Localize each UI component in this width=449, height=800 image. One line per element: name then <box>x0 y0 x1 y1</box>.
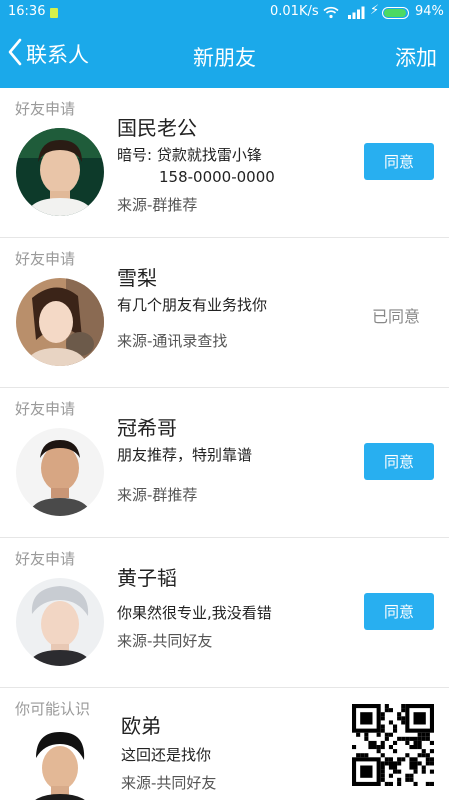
friend-request-list: 好友申请 国民老公 暗号: 贷款就找雷小锋 158-0000-0000 来源-群… <box>0 88 449 800</box>
request-source: 来源-共同好友 <box>117 632 213 650</box>
request-message: 这回还是找你 <box>121 746 212 764</box>
list-item[interactable]: 好友申请 黄子韬 你果然很专业,我没看错 来源-共同好友 同意 <box>0 538 449 688</box>
list-item[interactable]: 好友申请 国民老公 暗号: 贷款就找雷小锋 158-0000-0000 来源-群… <box>0 88 449 238</box>
avatar[interactable] <box>16 428 104 516</box>
request-source: 来源-通讯录查找 <box>117 332 228 350</box>
battery-icon <box>382 7 409 19</box>
agree-button[interactable]: 同意 <box>364 443 434 480</box>
sim-icon <box>50 8 58 18</box>
charging-icon: ⚡ <box>370 3 380 18</box>
back-button[interactable]: 联系人 <box>8 38 89 70</box>
contact-name: 国民老公 <box>117 116 197 140</box>
item-tag: 你可能认识 <box>15 700 91 718</box>
contact-name: 黄子韬 <box>117 566 177 590</box>
nav-bar: 联系人 新朋友 添加 <box>0 26 449 88</box>
request-source: 来源-共同好友 <box>121 774 217 792</box>
request-message: 朋友推荐，特别靠谱 <box>117 446 253 464</box>
signal-icon <box>348 6 366 23</box>
wifi-icon <box>323 6 339 23</box>
avatar[interactable] <box>16 724 104 800</box>
chevron-left-icon <box>8 38 22 70</box>
add-button[interactable]: 添加 <box>395 42 437 72</box>
request-phone: 158-0000-0000 <box>159 168 275 186</box>
status-bar: 16:36 0.01K/s ⚡ 94% <box>0 0 449 26</box>
item-tag: 好友申请 <box>15 400 76 418</box>
avatar[interactable] <box>16 128 104 216</box>
back-label: 联系人 <box>26 43 89 67</box>
contact-name: 冠希哥 <box>117 416 177 440</box>
request-source: 来源-群推荐 <box>117 486 198 504</box>
request-message: 你果然很专业,我没看错 <box>117 604 272 622</box>
status-time: 16:36 <box>8 4 46 19</box>
request-message-line: 暗号: 贷款就找雷小锋 <box>117 146 262 164</box>
item-tag: 好友申请 <box>15 250 76 268</box>
request-source: 来源-群推荐 <box>117 196 198 214</box>
network-speed: 0.01K/s <box>270 4 319 19</box>
battery-percent: 94% <box>415 4 444 19</box>
list-item[interactable]: 好友申请 冠希哥 朋友推荐，特别靠谱 来源-群推荐 同意 <box>0 388 449 538</box>
qr-code-icon[interactable] <box>352 704 434 786</box>
agree-button[interactable]: 同意 <box>364 143 434 180</box>
contact-name: 欧弟 <box>121 714 161 738</box>
item-tag: 好友申请 <box>15 550 76 568</box>
avatar[interactable] <box>16 578 104 666</box>
accepted-status: 已同意 <box>372 307 421 326</box>
contact-name: 雪梨 <box>117 266 157 290</box>
item-tag: 好友申请 <box>15 100 76 118</box>
request-message: 暗号: 贷款就找雷小锋 158-0000-0000 <box>117 144 275 188</box>
avatar[interactable] <box>16 278 104 366</box>
request-message: 有几个朋友有业务找你 <box>117 296 268 314</box>
list-item[interactable]: 你可能认识 欧弟 这回还是找你 来源-共同好友 <box>0 688 449 800</box>
list-item[interactable]: 好友申请 雪梨 有几个朋友有业务找你 来源-通讯录查找 已同意 <box>0 238 449 388</box>
agree-button[interactable]: 同意 <box>364 593 434 630</box>
